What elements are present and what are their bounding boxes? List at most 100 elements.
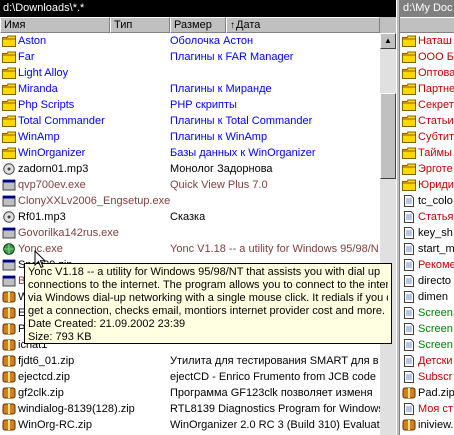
document-icon: [402, 291, 416, 303]
right-file-row[interactable]: dimen: [400, 289, 454, 305]
file-name: fjdt6_01.zip: [18, 355, 75, 367]
file-row[interactable]: windialog-8139(128).zip RTL8139 Diagnosti…: [0, 401, 380, 417]
file-row[interactable]: Govorilka142rus.exe: [0, 225, 380, 241]
right-file-row[interactable]: Screen: [400, 321, 454, 337]
right-file-row[interactable]: Статьи: [400, 113, 454, 129]
archive-icon: [2, 307, 16, 319]
folder-icon: [402, 83, 416, 95]
file-description: Плагины к FAR Manager: [170, 51, 294, 63]
right-file-row[interactable]: Рекоме: [400, 257, 454, 273]
right-file-row[interactable]: Наташ: [400, 33, 454, 49]
right-file-row[interactable]: Моя ст: [400, 401, 454, 417]
exe-file-icon: [2, 259, 16, 271]
column-header-size[interactable]: Размер: [170, 17, 226, 33]
file-name: Rf01.mp3: [18, 211, 66, 223]
file-row[interactable]: Php Scripts PHP скрипты: [0, 97, 380, 113]
scroll-up-button[interactable]: ▲: [380, 33, 396, 49]
file-name: Субтит: [418, 131, 454, 143]
file-name: Таймы: [418, 147, 452, 159]
right-file-row[interactable]: Subscr: [400, 369, 454, 385]
file-description: Оболочка Астон: [170, 35, 254, 47]
file-row[interactable]: Rf01.mp3 Сказка: [0, 209, 380, 225]
document-icon: [402, 323, 416, 335]
file-row[interactable]: gf2clk.zip Программа GF123clk позволяет и…: [0, 385, 380, 401]
scroll-thumb[interactable]: [380, 93, 396, 179]
archive-icon: [402, 419, 416, 431]
right-file-row[interactable]: Таймы: [400, 145, 454, 161]
file-name: WinOrg-RC.zip: [18, 419, 92, 431]
exe-file-icon: [2, 195, 16, 207]
right-file-row[interactable]: Детски: [400, 353, 454, 369]
right-file-row[interactable]: Статья: [400, 209, 454, 225]
file-row[interactable]: fjdt6_01.zip Утилита для тестирования SMA…: [0, 353, 380, 369]
vertical-scrollbar[interactable]: ▲: [380, 33, 396, 435]
archive-icon: [2, 355, 16, 367]
column-header-date-label: Дата: [236, 19, 261, 31]
document-icon: [402, 307, 416, 319]
right-file-list[interactable]: Наташ ООО Б Оптова Партне Секрет Статьи Субтит…: [400, 33, 454, 435]
folder-icon: [2, 83, 16, 95]
file-list[interactable]: Aston Оболочка Астон Far Плагины к FAR Mana…: [0, 33, 380, 435]
file-row[interactable]: qvp700ev.exe Quick View Plus 7.0: [0, 177, 380, 193]
folder-icon: [402, 163, 416, 175]
file-name: Light Alloy: [18, 67, 69, 79]
left-file-panel[interactable]: d:\Downloads\*.* Имя Тип Размер ↑Дата As…: [0, 0, 396, 435]
right-file-row[interactable]: start_m: [400, 241, 454, 257]
right-file-row[interactable]: Эрготе: [400, 161, 454, 177]
column-header-date[interactable]: ↑Дата: [226, 17, 380, 33]
right-file-row[interactable]: Субтит: [400, 129, 454, 145]
right-file-row[interactable]: iniview.: [400, 417, 454, 433]
left-path-bar[interactable]: d:\Downloads\*.*: [0, 0, 396, 17]
file-name: ejectcd.zip: [18, 371, 70, 383]
file-row[interactable]: Miranda Плагины к Миранде: [0, 81, 380, 97]
tooltip-line: Yonc V1.18 -- a utility for Windows 95/9…: [28, 266, 381, 278]
file-row[interactable]: Light Alloy: [0, 65, 380, 81]
file-description: Монолог Задорнова: [170, 163, 273, 175]
file-row[interactable]: WinAmp Плагины к WinAmp: [0, 129, 380, 145]
file-row[interactable]: Far Плагины к FAR Manager: [0, 49, 380, 65]
document-icon: [402, 259, 416, 271]
document-icon: [402, 227, 416, 239]
right-file-row[interactable]: tc_colo: [400, 193, 454, 209]
file-name: Рекоме: [418, 259, 454, 271]
right-file-row[interactable]: ScreenS: [400, 305, 454, 321]
exe-file-icon: [2, 275, 16, 287]
folder-icon: [2, 51, 16, 63]
exe-file-icon: [2, 227, 16, 239]
file-row[interactable]: Yonc.exe Yonc V1.18 -- a utility for Wind…: [0, 241, 380, 257]
column-header-name[interactable]: Имя: [0, 17, 110, 33]
mouse-cursor-icon: [34, 250, 46, 269]
file-description: PHP скрипты: [170, 99, 237, 111]
right-file-panel[interactable]: d:\My Doc Наташ ООО Б Оптова Партне Секрет Ст…: [400, 0, 454, 435]
right-column-headers: [400, 17, 454, 33]
right-file-row[interactable]: key_sh: [400, 225, 454, 241]
folder-icon: [2, 131, 16, 143]
file-name: ООО Б: [418, 51, 454, 63]
file-row[interactable]: WinOrg-RC.zip WinOrganizer 2.0 RC 3 (Buil…: [0, 417, 380, 433]
column-headers: Имя Тип Размер ↑Дата: [0, 17, 396, 33]
column-header-type[interactable]: Тип: [110, 17, 170, 33]
right-file-row[interactable]: ООО Б: [400, 49, 454, 65]
right-file-row[interactable]: Секрет: [400, 97, 454, 113]
right-file-row[interactable]: Партне: [400, 81, 454, 97]
file-description: Yonc V1.18 -- a utility for Windows 95/9…: [170, 243, 379, 255]
file-name: qvp700ev.exe: [18, 179, 86, 191]
right-file-row[interactable]: directo: [400, 273, 454, 289]
file-row[interactable]: Total Commander Плагины к Total Commander: [0, 113, 380, 129]
file-description: Утилита для тестирования SMART для в: [170, 355, 379, 367]
file-row[interactable]: zadorn01.mp3 Монолог Задорнова: [0, 161, 380, 177]
file-row[interactable]: Aston Оболочка Астон: [0, 33, 380, 49]
file-row[interactable]: WinOrganizer Базы данных к WinOrganizer: [0, 145, 380, 161]
file-row[interactable]: ejectcd.zip ejectCD - Enrico Frumento fro…: [0, 369, 380, 385]
file-name: start_m: [418, 243, 454, 255]
right-path-bar[interactable]: d:\My Doc: [400, 0, 454, 17]
file-description: Базы данных к WinOrganizer: [170, 147, 316, 159]
right-file-row[interactable]: Оптова: [400, 65, 454, 81]
right-file-row[interactable]: Pad.zip: [400, 385, 454, 401]
right-file-row[interactable]: Юриди: [400, 177, 454, 193]
file-row[interactable]: ClonyXXLv2006_Engsetup.exe: [0, 193, 380, 209]
file-description: Плагины к WinAmp: [170, 131, 268, 143]
file-name: gf2clk.zip: [18, 387, 64, 399]
right-file-row[interactable]: Screen: [400, 337, 454, 353]
archive-icon: [2, 323, 16, 335]
